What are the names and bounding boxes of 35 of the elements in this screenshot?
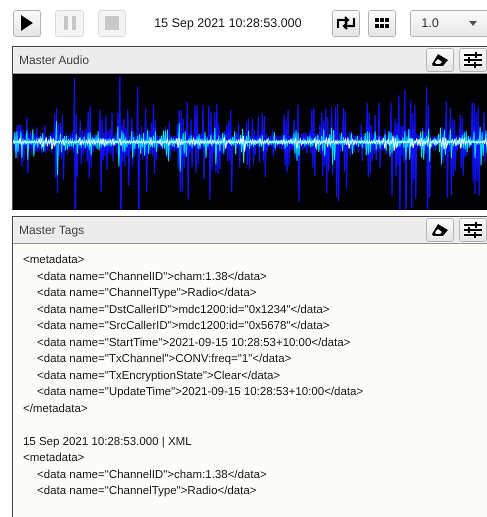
xml-line: <metadata> (23, 253, 86, 268)
play-icon (20, 15, 34, 31)
xml-line: <data name="DstCallerID">mdc1200:id="0x1234"</data> (36, 302, 331, 318)
grid-button[interactable] (368, 10, 396, 36)
stop-icon (105, 16, 120, 30)
xml-line: <metadata> (23, 451, 86, 466)
timestamp: 15 Sep 2021 10:28:53.000 (154, 16, 302, 30)
xml-line: <data name="SrcCallerID">mdc1200:id="0x5678"</data> (36, 319, 331, 334)
sliders-icon (464, 52, 482, 68)
speed-dropdown[interactable]: 1.0 (410, 10, 487, 36)
caret-icon (469, 20, 478, 26)
clear-button[interactable] (426, 48, 454, 72)
xml-line: <data name="UpdateTime">2021-09-15 10:28:53+10:00</data> (36, 385, 364, 400)
repeat-icon (336, 16, 356, 30)
eraser-icon (431, 53, 449, 67)
log-entry-header: 15 Sep 2021 10:28:53.000 | XML (23, 434, 193, 450)
eraser-icon (431, 223, 449, 237)
settings-button[interactable] (459, 218, 487, 242)
xml-line: <data name="ChannelType">Radio</data> (36, 286, 258, 301)
repeat-button[interactable] (332, 10, 360, 36)
xml-line: <data name="ChannelID">cham:1.38</data> (36, 468, 268, 482)
sliders-icon (464, 222, 482, 238)
xml-line: <data name="ChannelType">Radio</data> (36, 484, 258, 499)
panel-title: Master Audio (19, 53, 90, 67)
xml-line: <data name="TxChannel">CONV:freq="1"</data> (36, 352, 292, 367)
xml-line: <data name="ChannelID">cham:1.38</data> (36, 270, 268, 284)
pause-icon (62, 15, 77, 31)
xml-line: </metadata> (23, 402, 89, 416)
play-button[interactable] (13, 10, 42, 36)
panel-title: Master Tags (19, 223, 86, 237)
clear-button[interactable] (426, 218, 454, 242)
settings-button[interactable] (459, 48, 487, 72)
grid-icon (375, 18, 390, 28)
xml-line: <data name="TxEncryptionState">Clear</data> (36, 368, 282, 384)
xml-line: <data name="StartTime">2021-09-15 10:28:53+10:00</data> (36, 336, 352, 350)
